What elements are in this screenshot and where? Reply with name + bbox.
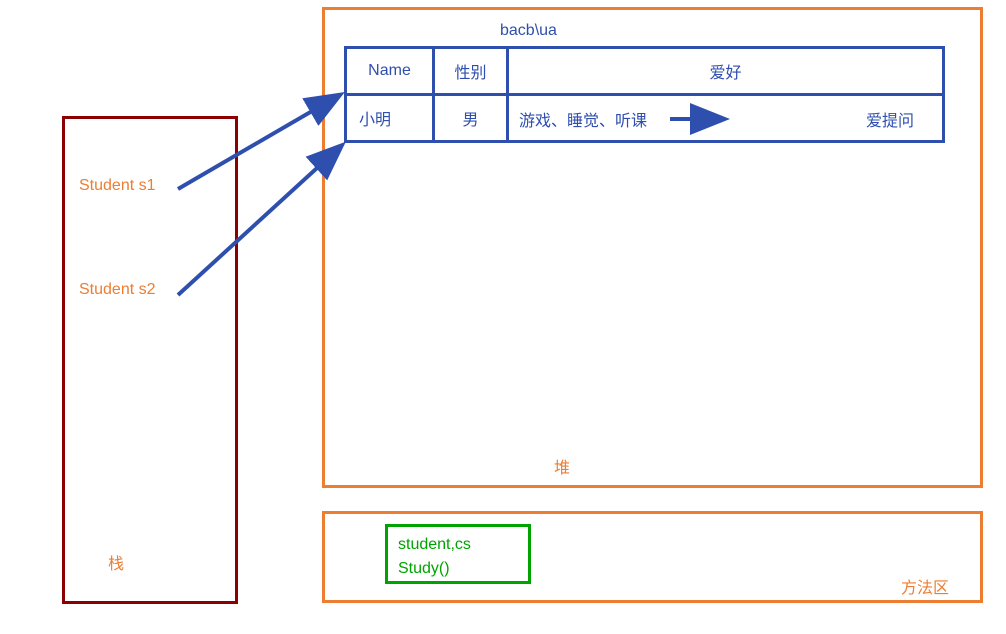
stack-label: 栈 (108, 550, 124, 574)
object-table: Name 性别 爱好 小明 男 游戏、睡觉、听课 爱提问 (344, 46, 945, 143)
cell-name: 小明 (346, 95, 434, 142)
class-line2: Study() (398, 557, 518, 581)
cell-hobby: 游戏、睡觉、听课 爱提问 (508, 95, 944, 142)
hobby-updated: 爱提问 (866, 107, 914, 131)
method-area-label: 方法区 (901, 574, 949, 598)
header-gender: 性别 (434, 48, 508, 95)
class-definition-box: student,cs Study() (385, 524, 531, 584)
heap-label: 堆 (554, 454, 570, 478)
header-hobby: 爱好 (508, 48, 944, 95)
stack-variable-s2: Student s2 (79, 281, 156, 299)
stack-variable-s1: Student s1 (79, 177, 156, 195)
heap-address: bacb\ua (500, 22, 557, 40)
class-line1: student,cs (398, 533, 518, 557)
table-data-row: 小明 男 游戏、睡觉、听课 爱提问 (346, 95, 944, 142)
table-header-row: Name 性别 爱好 (346, 48, 944, 95)
header-name: Name (346, 48, 434, 95)
hobby-original: 游戏、睡觉、听课 (519, 107, 647, 131)
cell-gender: 男 (434, 95, 508, 142)
